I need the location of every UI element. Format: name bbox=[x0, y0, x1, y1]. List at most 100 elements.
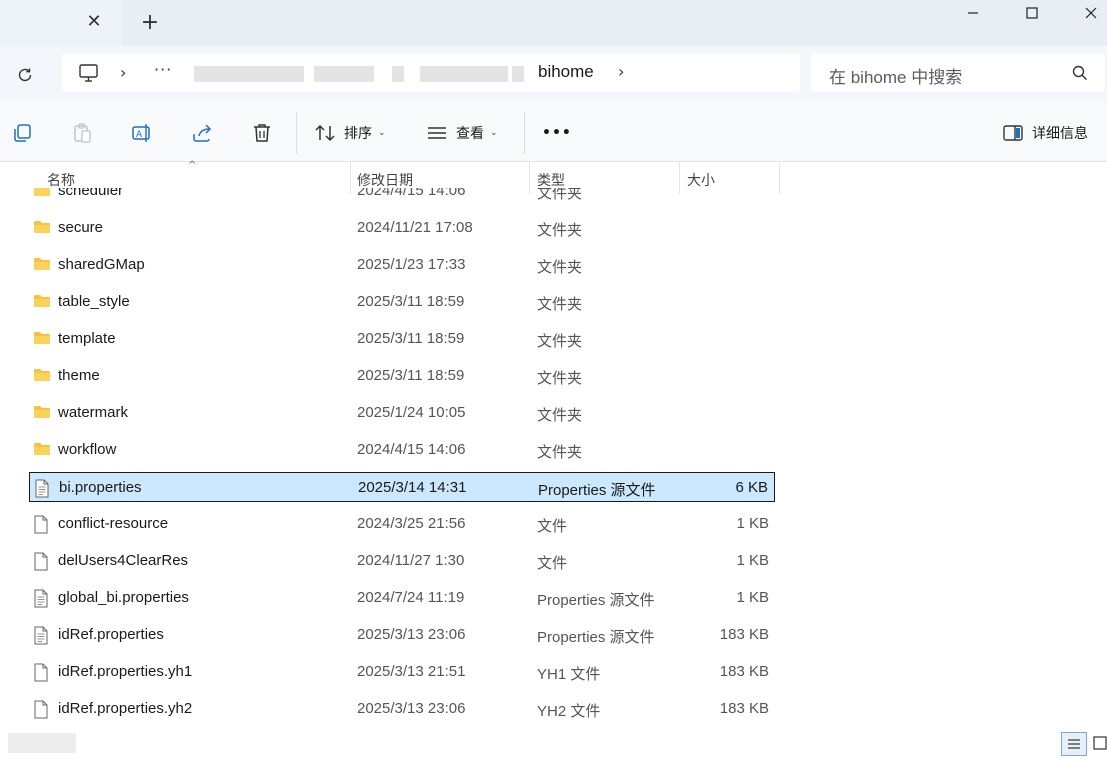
toolbar-divider bbox=[524, 112, 525, 154]
file-name: global_bi.properties bbox=[58, 589, 189, 606]
folder-icon bbox=[33, 219, 51, 237]
folder-icon bbox=[33, 441, 51, 459]
more-options-button[interactable]: ••• bbox=[542, 121, 572, 145]
file-modified-date: 2025/1/23 17:33 bbox=[357, 256, 466, 273]
folder-row[interactable]: workflow 2024/4/15 14:06 文件夹 bbox=[29, 435, 775, 465]
sort-button[interactable]: 排序 ⌄ bbox=[314, 121, 386, 145]
file-list: scheduler 2024/4/15 14:06 文件夹 secure 2024/11… bbox=[0, 188, 1107, 728]
refresh-icon bbox=[18, 68, 32, 82]
file-modified-date: 2024/3/25 21:56 bbox=[357, 515, 466, 532]
file-type: 文件夹 bbox=[537, 444, 583, 461]
minimize-button[interactable] bbox=[950, 0, 996, 26]
file-size: 183 KB bbox=[719, 700, 769, 717]
share-button[interactable] bbox=[191, 121, 213, 145]
redacted-path-segment bbox=[314, 66, 374, 82]
file-name: delUsers4ClearRes bbox=[58, 552, 189, 569]
status-bar bbox=[0, 728, 1107, 759]
folder-row[interactable]: template 2025/3/11 18:59 文件夹 bbox=[29, 324, 775, 354]
folder-icon bbox=[33, 188, 51, 200]
breadcrumb-overflow-button[interactable]: ··· bbox=[154, 60, 172, 79]
rename-button[interactable]: A bbox=[131, 121, 153, 145]
file-name: template bbox=[58, 330, 116, 347]
file-type: 文件夹 bbox=[537, 259, 583, 276]
folder-row[interactable]: secure 2024/11/21 17:08 文件夹 bbox=[29, 213, 775, 243]
file-row[interactable]: idRef.properties.yh1 2025/3/13 21:51 YH1 文… bbox=[29, 657, 775, 687]
command-bar: A 排序 ⌄ 查看 ⌄ ••• 详细信息 bbox=[0, 102, 1107, 162]
file-modified-date: 2024/7/24 11:19 bbox=[357, 589, 465, 606]
rename-icon: A bbox=[132, 124, 150, 142]
file-row[interactable]: global_bi.properties 2024/7/24 11:19 Prope… bbox=[29, 583, 775, 613]
close-window-button[interactable] bbox=[1068, 0, 1107, 26]
file-size: 1 KB bbox=[736, 589, 769, 606]
paste-button[interactable] bbox=[71, 121, 93, 145]
file-type: YH1 文件 bbox=[537, 666, 601, 683]
file-modified-date: 2025/3/11 18:59 bbox=[357, 330, 465, 347]
file-row[interactable]: idRef.properties.yh2 2025/3/13 23:06 YH2 文… bbox=[29, 694, 775, 724]
tiles-view-toggle[interactable] bbox=[1093, 736, 1107, 750]
file-name: sharedGMap bbox=[58, 256, 145, 273]
file-name: bi.properties bbox=[59, 479, 142, 496]
details-pane-button[interactable]: 详细信息 bbox=[1002, 121, 1088, 145]
share-icon bbox=[193, 124, 212, 142]
file-row[interactable]: conflict-resource 2024/3/25 21:56 文件 1 KB bbox=[29, 509, 775, 539]
breadcrumb-current-folder[interactable]: bihome bbox=[538, 62, 594, 82]
redacted-path-segment bbox=[194, 66, 304, 82]
address-row: › ··· bihome › 在 bihome 中搜索 bbox=[0, 46, 1107, 102]
file-name: idRef.properties bbox=[58, 626, 164, 643]
maximize-button[interactable] bbox=[1009, 0, 1055, 26]
file-modified-date: 2025/3/13 23:06 bbox=[357, 626, 466, 643]
folder-icon bbox=[33, 330, 51, 348]
computer-icon[interactable] bbox=[78, 63, 100, 83]
details-label: 详细信息 bbox=[1032, 126, 1088, 142]
folder-row[interactable]: sharedGMap 2025/1/23 17:33 文件夹 bbox=[29, 250, 775, 280]
chevron-down-icon: ⌄ bbox=[490, 128, 498, 138]
file-modified-date: 2024/4/15 14:06 bbox=[357, 441, 466, 458]
file-modified-date: 2025/3/11 18:59 bbox=[357, 367, 465, 384]
file-size: 6 KB bbox=[735, 479, 768, 496]
list-view-icon bbox=[1068, 739, 1080, 749]
folder-row[interactable]: watermark 2025/1/24 10:05 文件夹 bbox=[29, 398, 775, 428]
folder-row[interactable]: theme 2025/3/11 18:59 文件夹 bbox=[29, 361, 775, 391]
breadcrumb-chevron[interactable]: › bbox=[618, 62, 624, 81]
breadcrumb-chevron[interactable]: › bbox=[120, 63, 126, 82]
file-type: 文件夹 bbox=[537, 333, 583, 350]
file-type: Properties 源文件 bbox=[537, 592, 655, 609]
file-name: secure bbox=[58, 219, 104, 236]
file-name: idRef.properties.yh1 bbox=[58, 663, 193, 680]
file-row[interactable]: bi.properties 2025/3/14 14:31 Properties 源… bbox=[29, 472, 775, 502]
address-bar[interactable]: › ··· bihome › bbox=[62, 54, 800, 92]
tab-bihome[interactable]: ✕ bbox=[0, 0, 122, 46]
search-icon[interactable] bbox=[1071, 64, 1089, 82]
file-size: 183 KB bbox=[719, 626, 769, 643]
file-icon bbox=[33, 515, 51, 534]
svg-text:A: A bbox=[136, 130, 143, 140]
delete-button[interactable] bbox=[251, 121, 273, 145]
text-file-icon bbox=[34, 479, 52, 498]
refresh-button[interactable] bbox=[12, 62, 38, 88]
maximize-icon bbox=[1026, 7, 1038, 19]
new-tab-button[interactable]: + bbox=[139, 10, 161, 36]
folder-row[interactable]: table_style 2025/3/11 18:59 文件夹 bbox=[29, 287, 775, 317]
search-input[interactable]: 在 bihome 中搜索 bbox=[829, 63, 962, 88]
close-tab-icon[interactable]: ✕ bbox=[84, 10, 104, 34]
file-name: theme bbox=[58, 367, 100, 384]
view-label: 查看 bbox=[456, 126, 484, 142]
file-modified-date: 2025/3/13 21:51 bbox=[357, 663, 466, 680]
view-button[interactable]: 查看 ⌄ bbox=[426, 121, 498, 145]
folder-icon bbox=[33, 404, 51, 422]
file-row[interactable]: delUsers4ClearRes 2024/11/27 1:30 文件 1 KB bbox=[29, 546, 775, 576]
details-view-toggle[interactable] bbox=[1061, 732, 1087, 756]
folder-icon bbox=[33, 367, 51, 385]
redacted-status-text bbox=[8, 733, 76, 753]
file-type: 文件夹 bbox=[537, 370, 583, 387]
file-type: 文件夹 bbox=[537, 188, 583, 202]
file-name: workflow bbox=[58, 441, 117, 458]
folder-row[interactable]: scheduler 2024/4/15 14:06 文件夹 bbox=[29, 188, 775, 206]
file-row[interactable]: idRef.properties 2025/3/13 23:06 Propertie… bbox=[29, 620, 775, 650]
copy-button[interactable] bbox=[11, 121, 33, 145]
file-size: 183 KB bbox=[719, 663, 769, 680]
toolbar-divider bbox=[296, 112, 297, 154]
folder-icon bbox=[33, 293, 51, 311]
sort-label: 排序 bbox=[344, 126, 372, 142]
search-box[interactable]: 在 bihome 中搜索 bbox=[811, 54, 1105, 92]
